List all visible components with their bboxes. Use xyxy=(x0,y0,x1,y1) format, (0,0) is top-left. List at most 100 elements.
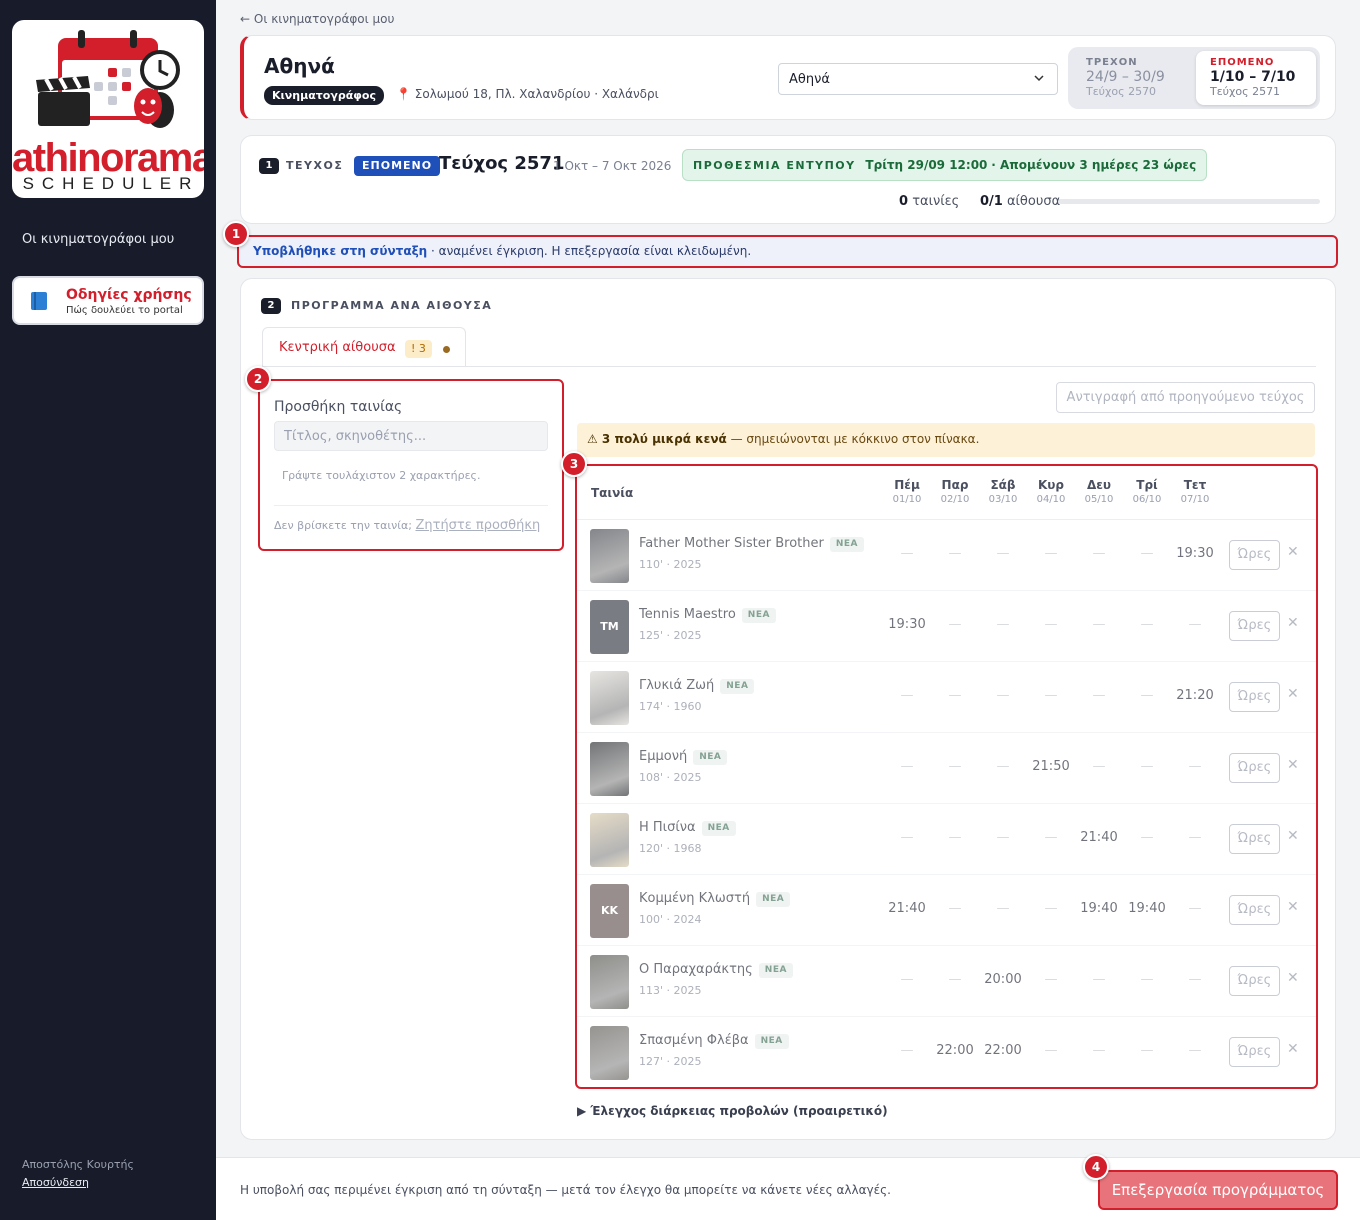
tab-main-hall[interactable]: Κεντρική αίθουσα ! 3 xyxy=(262,327,466,367)
showtime-cell[interactable]: — xyxy=(1125,688,1169,703)
showtime-cell[interactable]: — xyxy=(1173,759,1217,774)
hours-button[interactable]: Ώρες xyxy=(1229,895,1280,925)
remove-film-close-icon[interactable]: ✕ xyxy=(1287,828,1299,844)
hours-button[interactable]: Ώρες xyxy=(1229,540,1280,570)
showtime-cell[interactable]: — xyxy=(885,1043,929,1058)
showtime-cell[interactable]: 22:00 xyxy=(981,1043,1025,1058)
week-current-button[interactable]: ΤΡΕΧΟΝ 24/9 – 30/9 Τεύχος 2570 xyxy=(1072,51,1192,105)
column-header-day: Σάβ 03/10 xyxy=(983,478,1023,505)
column-header-film: Ταινία xyxy=(591,486,634,500)
showtime-cell[interactable]: 21:50 xyxy=(1029,759,1073,774)
showtime-cell[interactable]: — xyxy=(981,546,1025,561)
film-title-text: Ο Παραχαράκτης xyxy=(639,962,753,977)
showtime-cell[interactable]: — xyxy=(981,688,1025,703)
new-badge: ΝΕΑ xyxy=(693,750,728,765)
showtime-cell[interactable]: — xyxy=(1077,972,1121,987)
showtime-cell[interactable]: — xyxy=(1029,972,1073,987)
gaps-warning-text: — σημειώνονται με κόκκινο στον πίνακα. xyxy=(726,432,980,446)
showtime-cell[interactable]: — xyxy=(1077,546,1121,561)
showtime-cell[interactable]: — xyxy=(933,546,977,561)
showtime-cell[interactable]: — xyxy=(1029,688,1073,703)
remove-film-close-icon[interactable]: ✕ xyxy=(1287,615,1299,631)
logout-link[interactable]: Αποσύνδεση xyxy=(22,1176,89,1189)
showtime-cell[interactable]: — xyxy=(933,617,977,632)
showtime-cell[interactable]: — xyxy=(1077,617,1121,632)
hours-button[interactable]: Ώρες xyxy=(1229,966,1280,996)
duration-check-toggle[interactable]: ▶ Έλεγχος διάρκειας προβολών (προαιρετικ… xyxy=(577,1104,888,1118)
deadline-label: ΠΡΟΘΕΣΜΙΑ ΕΝΤΥΠΟΥ xyxy=(693,159,856,172)
edit-program-button[interactable]: Επεξεργασία προγράμματος xyxy=(1098,1170,1338,1210)
app-logo[interactable]: athinorama SCHEDULER xyxy=(12,20,204,198)
user-name: Αποστόλης Κουρτής xyxy=(22,1158,134,1171)
showtime-cell[interactable]: — xyxy=(1077,688,1121,703)
remove-film-close-icon[interactable]: ✕ xyxy=(1287,899,1299,915)
showtime-cell[interactable]: — xyxy=(885,972,929,987)
showtime-cell[interactable]: 21:20 xyxy=(1173,688,1217,703)
showtime-cell[interactable]: — xyxy=(1125,972,1169,987)
showtime-cell[interactable]: — xyxy=(1173,972,1217,987)
annotation-marker: 4 xyxy=(1083,1154,1109,1180)
showtime-cell[interactable]: — xyxy=(1029,1043,1073,1058)
remove-film-close-icon[interactable]: ✕ xyxy=(1287,757,1299,773)
annotation-marker: 3 xyxy=(561,451,587,477)
cinema-select[interactable]: Αθηνά xyxy=(778,63,1058,95)
showtime-cell[interactable]: — xyxy=(933,972,977,987)
request-film-link[interactable]: Ζητήστε προσθήκη xyxy=(415,518,540,533)
showtime-cell[interactable]: — xyxy=(981,901,1025,916)
showtime-cell[interactable]: — xyxy=(1125,546,1169,561)
showtime-cell[interactable]: — xyxy=(1173,617,1217,632)
showtime-cell[interactable]: 19:40 xyxy=(1125,901,1169,916)
showtime-cell[interactable]: — xyxy=(1077,1043,1121,1058)
showtime-cell[interactable]: 19:30 xyxy=(885,617,929,632)
week-next-button[interactable]: ΕΠΟΜΕΝΟ 1/10 – 7/10 Τεύχος 2571 xyxy=(1196,51,1316,105)
showtime-cell[interactable]: — xyxy=(1125,759,1169,774)
sidebar-item-my-cinemas[interactable]: Οι κινηματογράφοι μου xyxy=(22,232,174,247)
showtime-cell[interactable]: — xyxy=(1077,759,1121,774)
showtime-cell[interactable]: — xyxy=(1173,901,1217,916)
showtime-cell[interactable]: — xyxy=(885,759,929,774)
showtime-cell[interactable]: — xyxy=(1029,901,1073,916)
showtime-cell[interactable]: — xyxy=(933,901,977,916)
showtime-cell[interactable]: — xyxy=(1125,830,1169,845)
remove-film-close-icon[interactable]: ✕ xyxy=(1287,686,1299,702)
showtime-cell[interactable]: — xyxy=(1029,546,1073,561)
showtime-cell[interactable]: — xyxy=(981,759,1025,774)
remove-film-close-icon[interactable]: ✕ xyxy=(1287,1041,1299,1057)
showtime-cell[interactable]: — xyxy=(885,546,929,561)
copy-previous-issue-button[interactable]: Αντιγραφή από προηγούμενο τεύχος xyxy=(1056,382,1315,413)
showtime-cell[interactable]: 21:40 xyxy=(1077,830,1121,845)
hours-button[interactable]: Ώρες xyxy=(1229,753,1280,783)
help-guide-button[interactable]: Οδηγίες χρήσης Πώς δουλεύει το portal xyxy=(12,276,204,325)
showtime-cell[interactable]: 19:40 xyxy=(1077,901,1121,916)
film-row: Σπασμένη Φλέβα ΝΕΑ 127' · 2025 — 22:00 22:00 —… xyxy=(577,1017,1316,1087)
issue-title: Τεύχος 2571 xyxy=(439,153,565,174)
showtime-cell[interactable]: — xyxy=(885,830,929,845)
showtime-cell[interactable]: — xyxy=(981,617,1025,632)
showtime-cell[interactable]: 22:00 xyxy=(933,1043,977,1058)
hours-button[interactable]: Ώρες xyxy=(1229,1037,1280,1067)
showtime-cell[interactable]: — xyxy=(933,759,977,774)
showtime-cell[interactable]: 21:40 xyxy=(885,901,929,916)
showtime-cell[interactable]: — xyxy=(1029,830,1073,845)
showtime-cell[interactable]: — xyxy=(1029,617,1073,632)
hours-button[interactable]: Ώρες xyxy=(1229,682,1280,712)
showtime-cell[interactable]: — xyxy=(885,688,929,703)
showtime-cell[interactable]: — xyxy=(933,830,977,845)
hours-button[interactable]: Ώρες xyxy=(1229,611,1280,641)
showtime-cell[interactable]: 20:00 xyxy=(981,972,1025,987)
film-search-input[interactable]: Τίτλος, σκηνοθέτης... xyxy=(274,421,548,451)
film-title-text: Η Πισίνα xyxy=(639,820,696,835)
new-badge: ΝΕΑ xyxy=(829,537,865,552)
showtime-cell[interactable]: — xyxy=(1125,1043,1169,1058)
remove-film-close-icon[interactable]: ✕ xyxy=(1287,970,1299,986)
breadcrumb-back-link[interactable]: ← Οι κινηματογράφοι μου xyxy=(240,12,394,26)
showtime-cell[interactable]: — xyxy=(1173,830,1217,845)
showtime-cell[interactable]: 19:30 xyxy=(1173,546,1217,561)
film-row: TM Tennis Maestro ΝΕΑ 125' · 2025 19:30 — — — — —… xyxy=(577,591,1316,662)
showtime-cell[interactable]: — xyxy=(933,688,977,703)
showtime-cell[interactable]: — xyxy=(1173,1043,1217,1058)
remove-film-close-icon[interactable]: ✕ xyxy=(1287,544,1299,560)
showtime-cell[interactable]: — xyxy=(981,830,1025,845)
showtime-cell[interactable]: — xyxy=(1125,617,1169,632)
hours-button[interactable]: Ώρες xyxy=(1229,824,1280,854)
